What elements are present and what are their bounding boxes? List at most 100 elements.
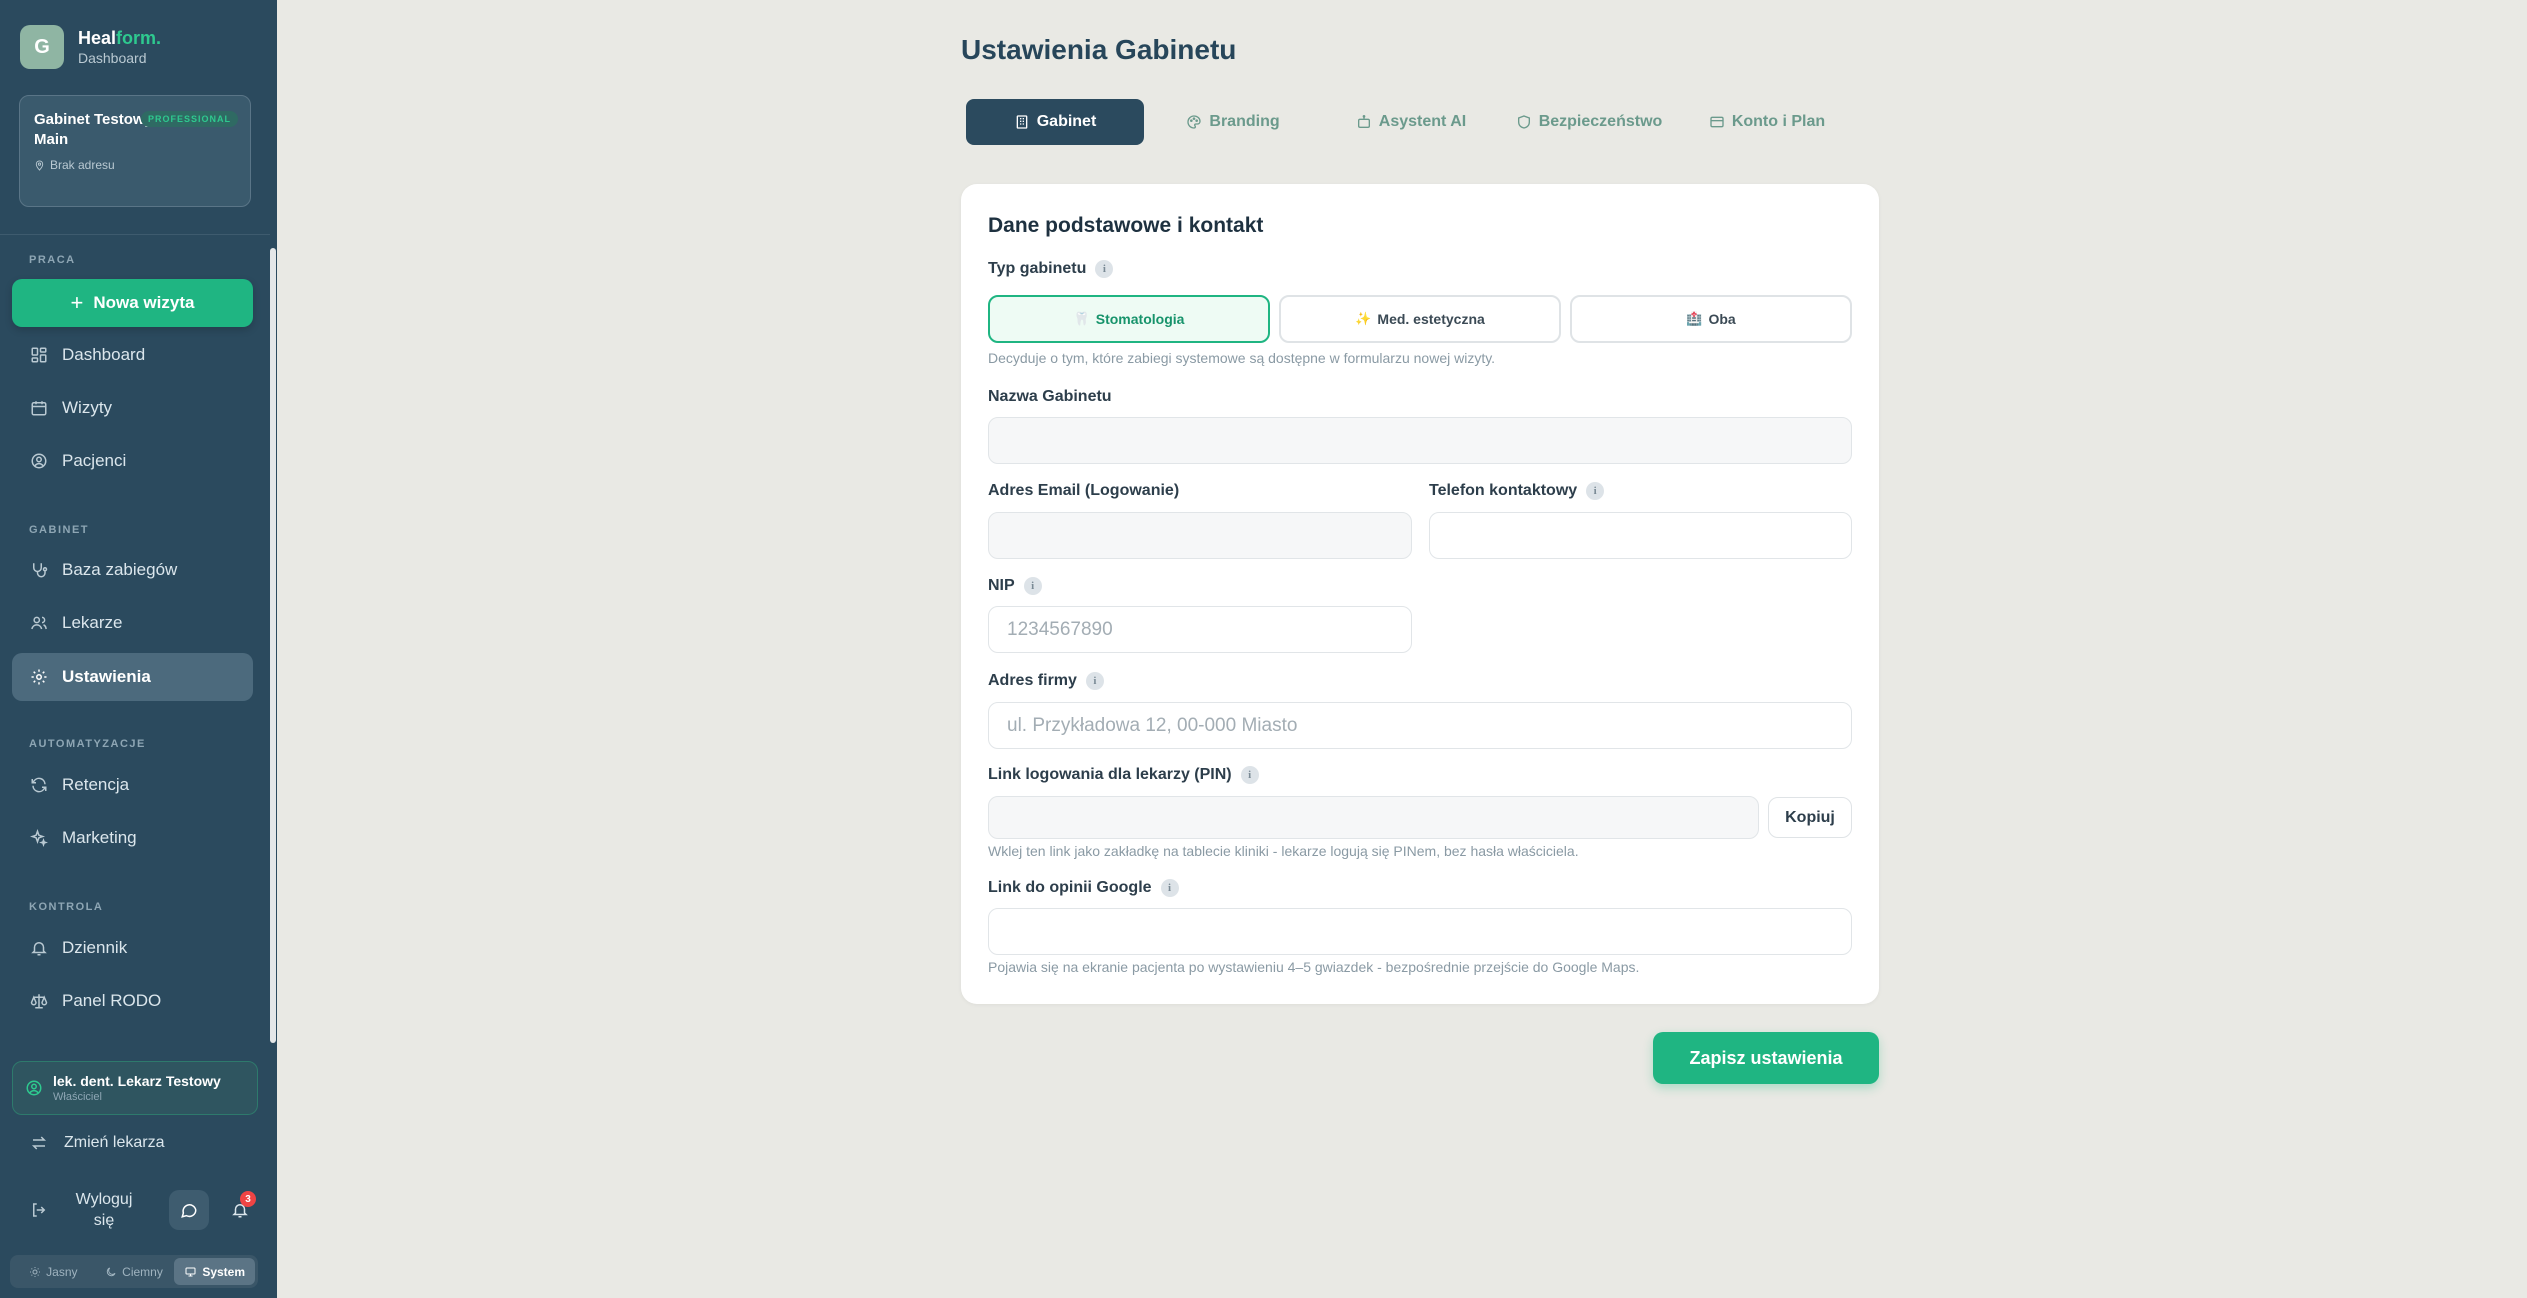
tab-gabinet[interactable]: Gabinet bbox=[966, 99, 1144, 145]
hospital-icon: 🏥 bbox=[1686, 311, 1703, 326]
google-review-label: Link do opinii Google i bbox=[988, 879, 1179, 897]
card-icon bbox=[1710, 116, 1724, 128]
info-icon[interactable]: i bbox=[1240, 766, 1259, 784]
type-option-dentistry[interactable]: 🦷 Stomatologia bbox=[988, 295, 1270, 343]
moon-icon bbox=[106, 1267, 116, 1276]
theme-dark-option[interactable]: Ciemny bbox=[94, 1258, 175, 1285]
info-icon[interactable]: i bbox=[1023, 577, 1042, 595]
doctor-role: Właściciel bbox=[53, 1090, 102, 1103]
tab-account-plan[interactable]: Konto i Plan bbox=[1678, 99, 1856, 145]
map-pin-icon bbox=[35, 160, 44, 171]
sidebar-scrollbar[interactable] bbox=[270, 248, 276, 1043]
clinic-type-label: Typ gabinetu i bbox=[988, 260, 1114, 278]
pin-link-input[interactable] bbox=[988, 796, 1759, 839]
tab-branding[interactable]: Branding bbox=[1144, 99, 1322, 145]
current-doctor-card[interactable]: lek. dent. Lekarz Testowy Właściciel bbox=[12, 1061, 258, 1115]
sidebar-item-gdpr[interactable]: Panel RODO bbox=[12, 977, 253, 1025]
grid-icon bbox=[31, 347, 47, 363]
sidebar-item-visits[interactable]: Wizyty bbox=[12, 384, 253, 432]
brand-subtitle: Dashboard bbox=[78, 50, 147, 66]
refresh-icon bbox=[31, 777, 47, 793]
copy-button[interactable]: Kopiuj bbox=[1768, 797, 1852, 838]
change-doctor-button[interactable]: Zmień lekarza bbox=[12, 1123, 164, 1163]
gear-icon bbox=[31, 669, 47, 685]
logout-button[interactable]: Wyloguj się bbox=[12, 1188, 144, 1232]
email-label: Adres Email (Logowanie) bbox=[988, 482, 1180, 499]
chat-icon bbox=[181, 1204, 197, 1218]
shield-icon bbox=[1517, 115, 1530, 129]
clinic-address: Brak adresu bbox=[34, 158, 236, 172]
clinic-name-label: Nazwa Gabinetu bbox=[988, 388, 1112, 405]
sparkles-icon bbox=[30, 829, 48, 847]
sidebar-item-treatments[interactable]: Baza zabiegów bbox=[12, 546, 253, 594]
user-circle-icon bbox=[31, 453, 47, 469]
calendar-icon bbox=[31, 401, 47, 416]
sidebar-item-retention[interactable]: Retencja bbox=[12, 761, 253, 809]
sidebar-item-doctors[interactable]: Lekarze bbox=[12, 599, 253, 647]
brand[interactable]: G Healform. Dashboard bbox=[20, 25, 161, 69]
settings-tabs: Gabinet Branding Asystent AI Bezpieczeńs… bbox=[966, 99, 1848, 145]
theme-light-option[interactable]: Jasny bbox=[13, 1258, 94, 1285]
clinic-name-input[interactable] bbox=[988, 417, 1852, 464]
sidebar-item-dashboard[interactable]: Dashboard bbox=[12, 331, 253, 379]
sun-icon bbox=[30, 1266, 41, 1277]
plus-icon: + bbox=[70, 290, 84, 315]
new-visit-button[interactable]: + Nowa wizyta bbox=[12, 279, 253, 327]
palette-icon bbox=[1187, 115, 1202, 129]
chat-button[interactable] bbox=[169, 1190, 209, 1230]
section-label-automation: AUTOMATYZACJE bbox=[29, 738, 146, 750]
stethoscope-icon bbox=[33, 563, 48, 578]
save-settings-button[interactable]: Zapisz ustawienia bbox=[1653, 1032, 1879, 1084]
nip-input[interactable]: 1234567890 bbox=[988, 606, 1412, 653]
notification-count-badge: 3 bbox=[240, 1191, 256, 1207]
info-icon[interactable]: i bbox=[1095, 260, 1114, 278]
theme-switch: Jasny Ciemny System bbox=[10, 1255, 258, 1288]
phone-label: Telefon kontaktowy i bbox=[1429, 482, 1605, 500]
address-input[interactable]: ul. Przykładowa 12, 00-000 Miasto bbox=[988, 702, 1852, 749]
sidebar-item-settings[interactable]: Ustawienia bbox=[12, 653, 253, 701]
info-icon[interactable]: i bbox=[1160, 879, 1179, 897]
tab-ai-assistant[interactable]: Asystent AI bbox=[1322, 99, 1500, 145]
brand-logo: G bbox=[20, 25, 64, 69]
swap-icon bbox=[31, 1136, 47, 1150]
plan-badge: PROFESSIONAL bbox=[140, 111, 238, 127]
sidebar: G Healform. Dashboard Gabinet Testowy Ma… bbox=[0, 0, 277, 1298]
tab-security[interactable]: Bezpieczeństwo bbox=[1500, 99, 1678, 145]
sidebar-item-marketing[interactable]: Marketing bbox=[12, 814, 253, 862]
section-label-control: KONTROLA bbox=[29, 901, 104, 913]
doctor-name: lek. dent. Lekarz Testowy bbox=[53, 1072, 221, 1089]
settings-card: Dane podstawowe i kontakt Typ gabinetu i … bbox=[961, 184, 1879, 1004]
pin-link-hint: Wklej ten link jako zakładkę na tablecie… bbox=[988, 843, 1579, 859]
sidebar-divider bbox=[0, 234, 270, 235]
bell-icon bbox=[31, 942, 47, 956]
card-title: Dane podstawowe i kontakt bbox=[988, 214, 1264, 237]
info-icon[interactable]: i bbox=[1085, 672, 1104, 690]
type-option-both[interactable]: 🏥 Oba bbox=[1570, 295, 1852, 343]
logout-icon bbox=[33, 1203, 46, 1217]
clinic-card[interactable]: Gabinet Testowy Main PROFESSIONAL Brak a… bbox=[19, 95, 251, 207]
page-title: Ustawienia Gabinetu bbox=[961, 34, 1237, 65]
nip-label: NIP i bbox=[988, 577, 1042, 595]
scale-icon bbox=[30, 994, 48, 1009]
brand-name: Healform. bbox=[78, 28, 162, 48]
clinic-name: Gabinet Testowy Main bbox=[34, 111, 153, 148]
sidebar-item-log[interactable]: Dziennik bbox=[12, 924, 253, 972]
google-review-hint: Pojawia się na ekranie pacjenta po wysta… bbox=[988, 959, 1640, 975]
type-option-aesthetic[interactable]: ✨ Med. estetyczna bbox=[1279, 295, 1561, 343]
tooth-icon: 🦷 bbox=[1073, 311, 1090, 326]
info-icon[interactable]: i bbox=[1586, 482, 1605, 500]
theme-system-option[interactable]: System bbox=[174, 1258, 256, 1285]
building-icon bbox=[1016, 115, 1028, 129]
pin-link-label: Link logowania dla lekarzy (PIN) i bbox=[988, 766, 1259, 784]
phone-input[interactable] bbox=[1429, 512, 1852, 559]
address-label: Adres firmy i bbox=[988, 672, 1104, 690]
section-label-work: PRACA bbox=[29, 254, 76, 266]
bot-icon bbox=[1357, 115, 1370, 128]
sidebar-item-patients[interactable]: Pacjenci bbox=[12, 437, 253, 485]
section-label-clinic: GABINET bbox=[29, 524, 89, 536]
google-review-input[interactable] bbox=[988, 908, 1852, 955]
email-input[interactable] bbox=[988, 512, 1412, 559]
notifications-button[interactable]: 3 bbox=[220, 1190, 260, 1230]
clinic-type-hint: Decyduje o tym, które zabiegi systemowe … bbox=[988, 350, 1496, 366]
users-icon bbox=[31, 616, 47, 630]
